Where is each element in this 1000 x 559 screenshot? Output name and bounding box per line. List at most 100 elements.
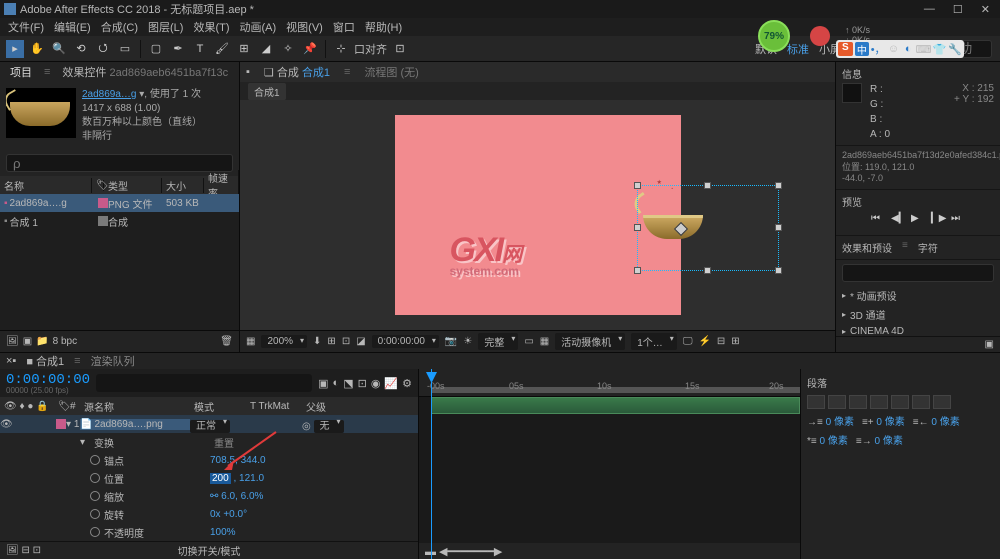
apply-icon[interactable]: ▣ <box>985 339 994 350</box>
trash-icon[interactable]: 🗑 <box>220 336 233 347</box>
flowchart-icon[interactable]: ⊞ <box>731 336 739 347</box>
align-right-button[interactable] <box>849 395 867 409</box>
align-left-button[interactable] <box>807 395 825 409</box>
tab-comp[interactable]: ❏ 合成 合成1 <box>258 62 336 82</box>
maximize-button[interactable]: ☐ <box>953 3 963 16</box>
snap-icon[interactable]: ⊡ <box>391 40 409 58</box>
justify-right-button[interactable] <box>912 395 930 409</box>
col-size[interactable]: 大小 <box>162 178 204 193</box>
layer-row[interactable]: 👁 ▾ 1 📄2ad869a….png 正常 ◎ 无 <box>0 415 418 433</box>
selection-tool[interactable]: ▸ <box>6 40 24 58</box>
channel-icon[interactable]: ☀ <box>463 336 472 347</box>
stopwatch-icon[interactable] <box>90 455 100 465</box>
ime-skin-icon[interactable]: 👕 <box>933 42 947 56</box>
shy-icon[interactable]: ◐ <box>333 377 340 390</box>
local-axis-icon[interactable]: ⊹ <box>332 40 350 58</box>
layer-duration-bar[interactable] <box>431 397 800 414</box>
views-dropdown[interactable]: 1个… <box>631 333 677 350</box>
selection-bounds[interactable] <box>637 185 779 271</box>
new-folder-icon[interactable]: 📁 <box>36 336 48 347</box>
new-comp-icon[interactable]: ▣ <box>23 336 32 347</box>
preset-category[interactable]: 3D 通道 <box>836 305 1000 324</box>
rect-tool[interactable]: ▢ <box>147 40 165 58</box>
pen-tool[interactable]: ✒ <box>169 40 187 58</box>
frame-blend-icon[interactable]: ⊡ <box>358 377 367 390</box>
justify-full-button[interactable] <box>933 395 951 409</box>
position-x-input[interactable]: 200 <box>210 473 231 484</box>
prop-scale[interactable]: 缩放 ⚯ 6.0, 6.0% <box>0 487 418 505</box>
minimize-button[interactable]: — <box>924 3 935 16</box>
camera-tool[interactable]: ▭ <box>116 40 134 58</box>
eraser-tool[interactable]: ◢ <box>257 40 275 58</box>
time-ruler[interactable]: -00s 05s 10s 15s 20s <box>419 369 800 397</box>
grid-icon[interactable]: ⊞ <box>327 336 335 347</box>
tab-char[interactable]: 字符 <box>918 240 938 255</box>
guides-icon[interactable]: ⊡ <box>342 336 350 347</box>
timeline-tracks[interactable]: -00s 05s 10s 15s 20s ▬ ◀━━━━━━━▶ <box>419 369 800 559</box>
last-frame-button[interactable]: ⏭ <box>951 213 965 227</box>
snapshot-icon[interactable]: 📷 <box>445 336 457 347</box>
tab-effect-controls[interactable]: 效果控件 2ad869aeb6451ba7f13c <box>58 62 232 82</box>
comp-mini-icon[interactable]: ▣ <box>318 377 328 390</box>
interpret-icon[interactable]: 🖼 <box>6 336 19 347</box>
play-button[interactable]: ▶ <box>911 213 925 227</box>
viewer-lock-icon[interactable]: ▪ <box>246 66 250 78</box>
toggle-switches[interactable]: 切换开关/模式 <box>178 543 241 558</box>
tab-comp-timeline[interactable]: ■ 合成1 <box>26 353 64 369</box>
graph-icon[interactable]: 📈 <box>384 377 398 390</box>
resolution-dropdown[interactable]: 完整 <box>478 333 518 350</box>
roto-tool[interactable]: ✧ <box>279 40 297 58</box>
first-frame-button[interactable]: ⏮ <box>871 213 885 227</box>
puppet-tool[interactable]: 📌 <box>301 40 319 58</box>
ime-emoji-icon[interactable]: ☺ <box>887 42 900 56</box>
fast-preview-icon[interactable]: ⚡ <box>698 336 710 347</box>
tab-preview[interactable]: 预览 <box>842 194 994 209</box>
stopwatch-icon[interactable] <box>90 527 100 537</box>
transform-group[interactable]: ▾ 变换 重置 <box>0 433 418 451</box>
zoom-tool[interactable]: 🔍 <box>50 40 68 58</box>
ime-toolbar[interactable]: S 中 •， ☺ ◐ ⌨ 👕 🔧 <box>836 40 964 58</box>
tab-paragraph[interactable]: 段落 <box>807 373 994 392</box>
ime-lang[interactable]: 中 <box>855 42 870 56</box>
prop-opacity[interactable]: 不透明度 100% <box>0 523 418 541</box>
mag-icon[interactable]: ▦ <box>246 336 255 347</box>
tab-project[interactable]: 项目 <box>6 62 36 82</box>
mask-icon[interactable]: ◪ <box>356 336 365 347</box>
hand-tool[interactable]: ✋ <box>28 40 46 58</box>
preset-category[interactable]: CINEMA 4D <box>836 324 1000 336</box>
camera-dropdown[interactable]: 活动摄像机 <box>555 333 625 350</box>
prev-frame-button[interactable]: ◀▎ <box>891 213 905 227</box>
ime-tool-icon[interactable]: 🔧 <box>948 42 962 56</box>
tab-render-queue[interactable]: 渲染队列 <box>91 353 135 369</box>
effects-search-input[interactable] <box>842 264 994 282</box>
comp-canvas[interactable]: GXI网system.com ٭ · <box>395 115 681 315</box>
menu-comp[interactable]: 合成(C) <box>97 19 142 35</box>
ime-punct-icon[interactable]: •， <box>871 42 885 56</box>
tab-info[interactable]: 信息 <box>842 66 862 81</box>
col-type[interactable]: 类型 <box>104 178 162 193</box>
breadcrumb-item[interactable]: 合成1 <box>248 83 286 100</box>
justify-left-button[interactable] <box>870 395 888 409</box>
current-time-indicator[interactable] <box>431 369 432 559</box>
preset-category[interactable]: * 动画预设 <box>836 286 1000 305</box>
menu-view[interactable]: 视图(V) <box>282 19 327 35</box>
close-button[interactable]: ✕ <box>981 3 990 16</box>
time-display[interactable]: 0:00:00:00 <box>372 335 439 348</box>
bpc-toggle[interactable]: 8 bpc <box>53 336 77 347</box>
prop-rotation[interactable]: 旋转 0x +0.0° <box>0 505 418 523</box>
menu-anim[interactable]: 动画(A) <box>236 19 281 35</box>
tab-effects[interactable]: 效果和预设 <box>842 240 892 255</box>
stopwatch-icon[interactable] <box>90 509 100 519</box>
next-frame-button[interactable]: ▎▶ <box>931 213 945 227</box>
col-name[interactable]: 名称 <box>0 178 92 193</box>
justify-center-button[interactable] <box>891 395 909 409</box>
rotate-tool[interactable]: ⭯ <box>94 40 112 58</box>
project-item[interactable]: ▪2ad869a….g PNG 文件 503 KB <box>0 194 239 212</box>
timeline-search-input[interactable] <box>96 374 312 392</box>
ime-s-icon[interactable]: S <box>838 42 853 56</box>
project-item[interactable]: ▪合成 1 合成 <box>0 212 239 230</box>
text-tool[interactable]: T <box>191 40 209 58</box>
anchor-point-icon[interactable] <box>673 222 687 236</box>
brush-tool[interactable]: 🖌 <box>213 40 231 58</box>
ime-mic-icon[interactable]: ◐ <box>902 42 915 56</box>
